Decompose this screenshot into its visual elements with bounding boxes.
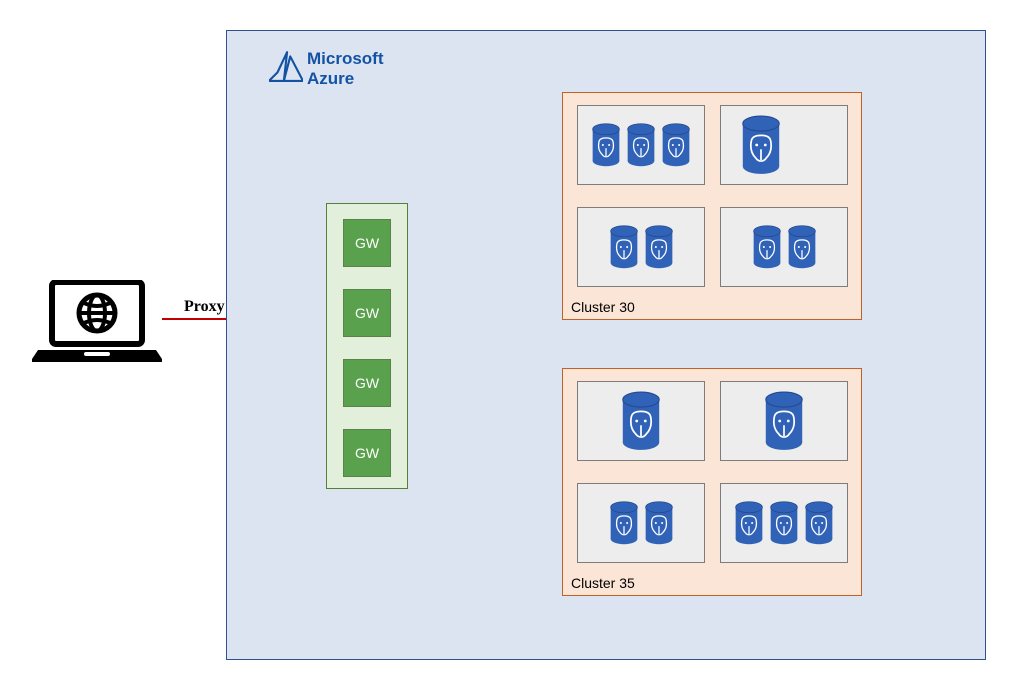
cluster-30-label: Cluster 30 bbox=[571, 299, 635, 315]
postgres-db-icon bbox=[643, 501, 675, 545]
gateway-node-2: GW bbox=[343, 289, 391, 337]
gateway-label: GW bbox=[355, 305, 379, 321]
azure-logo-icon bbox=[269, 49, 303, 88]
brand-top: Microsoft bbox=[307, 49, 384, 68]
c35-vm-3 bbox=[577, 483, 705, 563]
gateway-label: GW bbox=[355, 375, 379, 391]
postgres-db-icon bbox=[608, 225, 640, 269]
azure-brand-text: Microsoft Azure bbox=[307, 49, 384, 88]
gateway-label: GW bbox=[355, 235, 379, 251]
postgres-db-icon bbox=[739, 115, 783, 175]
postgres-db-icon bbox=[762, 391, 806, 451]
cluster-35-label: Cluster 35 bbox=[571, 575, 635, 591]
diagram-canvas: Proxy Microsoft Azure GW GW GW GW bbox=[0, 0, 1018, 691]
postgres-db-icon bbox=[625, 123, 657, 167]
postgres-db-icon bbox=[803, 501, 835, 545]
postgres-db-icon bbox=[619, 391, 663, 451]
c30-vm-3 bbox=[577, 207, 705, 287]
c35-vm-1 bbox=[577, 381, 705, 461]
brand-bottom: Azure bbox=[307, 69, 354, 88]
postgres-db-icon bbox=[751, 225, 783, 269]
postgres-db-icon bbox=[733, 501, 765, 545]
postgres-db-icon bbox=[608, 501, 640, 545]
c30-vm-1 bbox=[577, 105, 705, 185]
postgres-db-icon bbox=[643, 225, 675, 269]
gateway-node-1: GW bbox=[343, 219, 391, 267]
proxy-label: Proxy bbox=[184, 298, 225, 316]
gateway-node-4: GW bbox=[343, 429, 391, 477]
c35-vm-2 bbox=[720, 381, 848, 461]
postgres-db-icon bbox=[590, 123, 622, 167]
c35-vm-4 bbox=[720, 483, 848, 563]
postgres-db-icon bbox=[768, 501, 800, 545]
gateway-label: GW bbox=[355, 445, 379, 461]
c30-vm-2 bbox=[720, 105, 848, 185]
gateway-node-3: GW bbox=[343, 359, 391, 407]
postgres-db-icon bbox=[786, 225, 818, 269]
client-laptop-icon bbox=[32, 280, 162, 370]
postgres-db-icon bbox=[660, 123, 692, 167]
c30-vm-4 bbox=[720, 207, 848, 287]
